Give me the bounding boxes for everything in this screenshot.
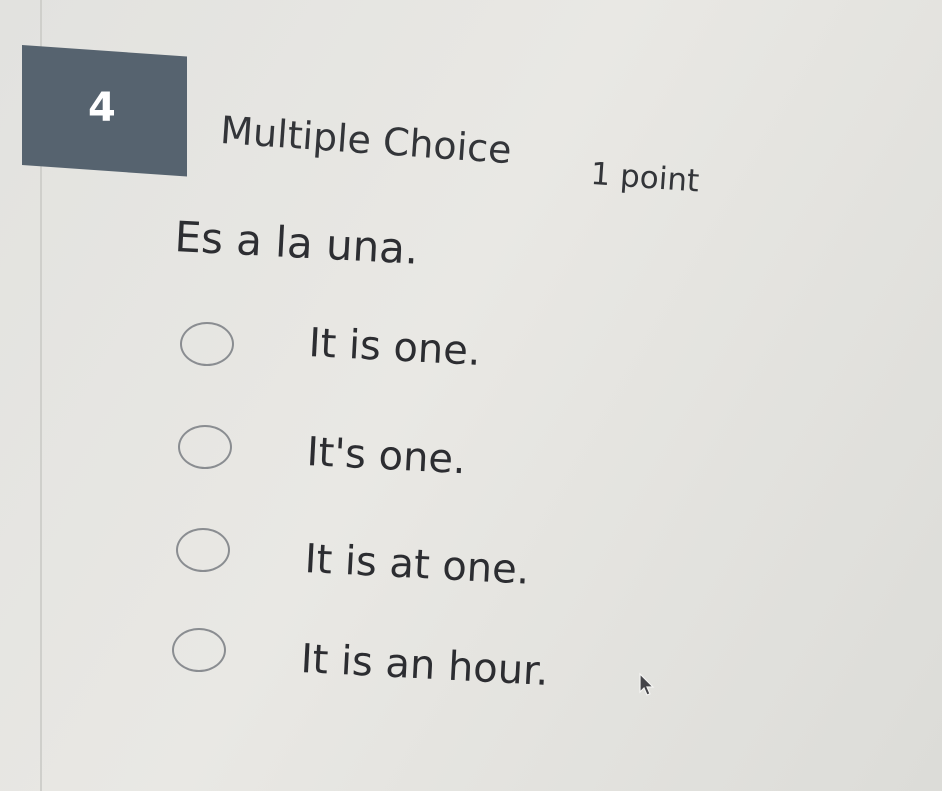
question-card: 4 Multiple Choice 1 point Es a la una. I…	[0, 0, 942, 791]
radio-button[interactable]	[180, 322, 234, 366]
answer-option-label: It is an hour.	[299, 636, 550, 695]
radio-button[interactable]	[178, 425, 232, 469]
question-number: 4	[88, 85, 116, 131]
answer-option-label: It is at one.	[303, 536, 531, 594]
answer-option-4[interactable]: It is an hour.	[172, 628, 550, 695]
question-type-label: Multiple Choice	[218, 108, 514, 173]
radio-button[interactable]	[176, 528, 230, 572]
radio-button[interactable]	[172, 628, 226, 672]
answer-option-2[interactable]: It's one.	[178, 425, 467, 483]
answer-option-label: It's one.	[305, 429, 467, 484]
answer-option-label: It is one.	[307, 320, 482, 375]
question-points: 1 point	[589, 156, 701, 200]
answer-option-1[interactable]: It is one.	[180, 320, 482, 375]
question-prompt: Es a la una.	[173, 212, 420, 274]
answer-option-3[interactable]: It is at one.	[176, 528, 531, 594]
